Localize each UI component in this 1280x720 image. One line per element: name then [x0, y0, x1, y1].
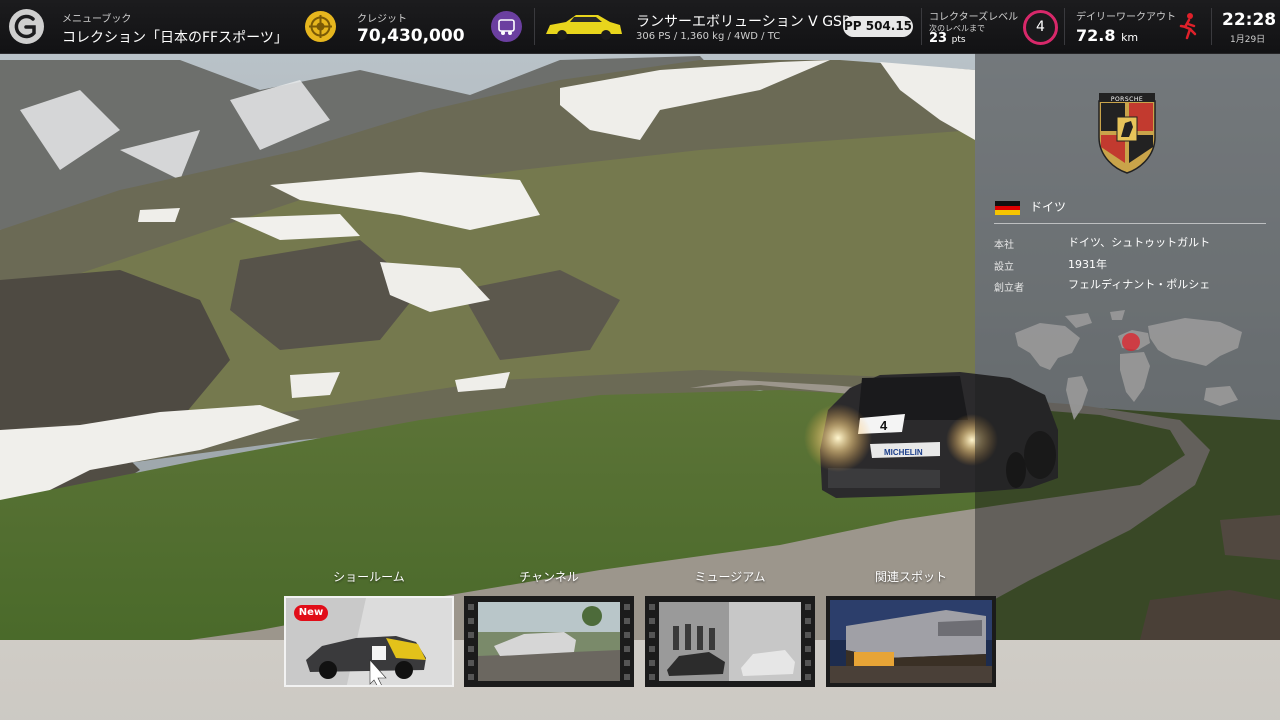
- channel-label: チャンネル: [519, 570, 579, 584]
- top-status-bar: メニューブック コレクション「日本のFFスポーツ」 クレジット 70,430,0…: [0, 0, 1280, 54]
- credits-icon: [305, 11, 336, 42]
- menu-book-label: メニューブック: [62, 14, 132, 25]
- founded-key: 設立: [994, 262, 1014, 273]
- bottom-menu-band: [0, 640, 1280, 720]
- brand-country: ドイツ: [1030, 200, 1067, 214]
- current-car-name: ランサーエボリューション V GSR...: [636, 14, 865, 30]
- collector-pts-unit: pts: [951, 35, 966, 45]
- world-map: [1010, 308, 1255, 428]
- founder-value: フェルディナント・ポルシェ: [1068, 278, 1211, 291]
- collector-pts-value: 23: [929, 31, 948, 46]
- current-car-thumbnail[interactable]: [540, 10, 626, 44]
- pp-value: PP 504.15: [843, 19, 913, 33]
- clock-date: 1月29日: [1230, 35, 1266, 45]
- pp-badge: PP 504.15: [843, 16, 913, 37]
- founded-value: 1931年: [1068, 258, 1107, 271]
- workout-unit: km: [1121, 31, 1139, 44]
- collector-level-label: コレクターズレベル: [929, 12, 1019, 23]
- credits-value: 70,430,000: [357, 26, 465, 46]
- workout-value: 72.8: [1076, 26, 1116, 45]
- museum-label: ミュージアム: [694, 570, 766, 584]
- related-spot-label: 関連スポット: [874, 570, 947, 584]
- panel-divider: [994, 223, 1266, 224]
- showroom-label: ショールーム: [333, 570, 405, 584]
- germany-location-marker: [1122, 333, 1140, 351]
- clock-time: 22:28: [1222, 10, 1277, 30]
- car-sponsor: MICHELIN: [884, 448, 923, 457]
- museum-card[interactable]: [645, 596, 815, 687]
- collector-level-ring[interactable]: 4: [1023, 10, 1058, 45]
- brand-info-panel: PORSCHE ドイツ 本社 ドイツ、シュトゥットガルト 設立 1931年 創立…: [975, 53, 1280, 640]
- collector-level-value: 4: [1036, 19, 1045, 35]
- new-badge: New: [294, 605, 328, 621]
- credits-label: クレジット: [357, 14, 407, 25]
- runner-icon: [1178, 12, 1198, 40]
- workout-distance: 72.8 km: [1076, 26, 1138, 45]
- workout-label: デイリーワークアウト: [1076, 12, 1176, 23]
- germany-flag-icon: [995, 201, 1020, 215]
- menu-book-title[interactable]: コレクション「日本のFFスポーツ」: [62, 27, 288, 47]
- brand-logo-text: PORSCHE: [1110, 96, 1144, 103]
- current-car-specs: 306 PS / 1,360 kg / 4WD / TC: [636, 31, 781, 42]
- founder-key: 創立者: [994, 283, 1024, 294]
- hq-value: ドイツ、シュトゥットガルト: [1068, 236, 1211, 249]
- showroom-card[interactable]: New: [284, 596, 454, 687]
- hq-key: 本社: [994, 240, 1014, 251]
- gt-logo-icon[interactable]: [9, 9, 44, 44]
- related-spot-card[interactable]: [826, 596, 996, 687]
- collector-pts: 23 pts: [929, 31, 966, 46]
- car-number: 4: [880, 418, 888, 433]
- channel-card[interactable]: [464, 596, 634, 687]
- garage-car-icon[interactable]: [491, 11, 522, 42]
- porsche-crest-logo: [1095, 91, 1159, 175]
